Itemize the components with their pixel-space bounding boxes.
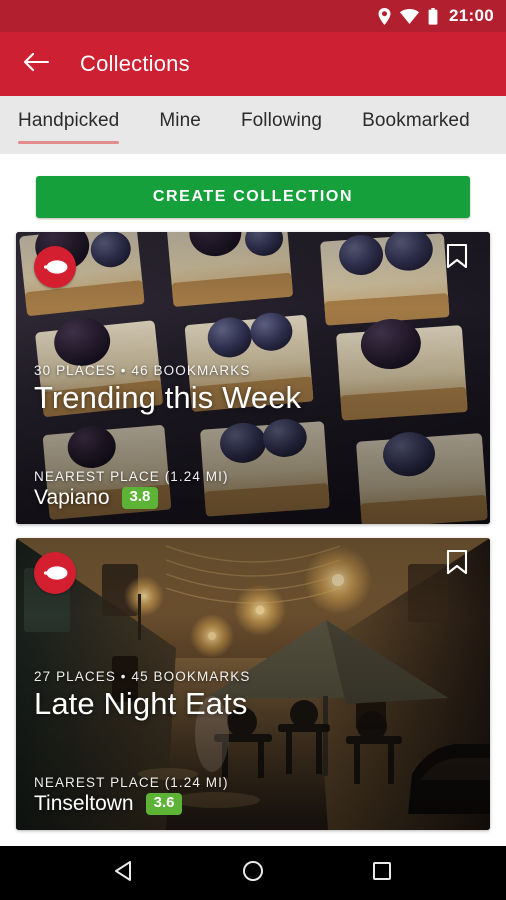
nearest-place-block: NEAREST PLACE (1.24 MI) Vapiano 3.8 [34,469,229,510]
nearest-place-label: NEAREST PLACE (1.24 MI) [34,469,229,484]
collection-card-heading: 27 PLACES • 45 BOOKMARKS Late Night Eats [34,669,250,722]
tab-bar: Handpicked Mine Following Bookmarked [0,96,506,154]
tab-bookmarked[interactable]: Bookmarked [362,110,470,144]
bookmark-outline-icon [446,243,468,275]
arrow-left-icon [23,52,50,77]
nearest-place-label: NEAREST PLACE (1.24 MI) [34,775,229,790]
content-area: CREATE COLLECTION 30 PLACES • 46 BOOKMAR… [0,154,506,846]
create-collection-wrap: CREATE COLLECTION [0,154,506,232]
collection-card[interactable]: 30 PLACES • 46 BOOKMARKS Trending this W… [16,232,490,524]
status-bar: 21:00 [0,0,506,32]
recents-square-icon [372,861,392,886]
tab-active-indicator [18,141,120,144]
app-bar: Collections [0,32,506,96]
collection-list: 30 PLACES • 46 BOOKMARKS Trending this W… [0,232,506,830]
rating-badge: 3.6 [145,793,183,815]
tab-mine-label: Mine [159,110,201,131]
tab-mine[interactable]: Mine [159,110,201,144]
battery-icon [428,7,438,25]
android-nav-bar [0,846,506,900]
collection-card-meta: 30 PLACES • 46 BOOKMARKS [34,363,251,378]
tab-following[interactable]: Following [241,110,322,144]
status-bar-clock: 21:00 [449,6,494,25]
wifi-icon [400,8,420,24]
tab-handpicked[interactable]: Handpicked [18,110,120,144]
location-pin-icon [378,7,391,25]
collection-card-title: Trending this Week [34,380,302,415]
rating-badge: 3.8 [121,487,159,509]
bookmark-button[interactable] [444,243,470,275]
bookmark-outline-icon [446,549,468,581]
nearest-place-name: Tinseltown [34,792,134,815]
collection-card-meta: 27 PLACES • 45 BOOKMARKS [34,669,251,684]
tab-handpicked-label: Handpicked [18,110,120,131]
tab-following-label: Following [240,110,323,131]
nearest-place-row: Vapiano 3.8 [34,486,229,510]
nearest-place-block: NEAREST PLACE (1.24 MI) Tinseltown 3.6 [34,775,229,816]
collection-card[interactable]: 27 PLACES • 45 BOOKMARKS Late Night Eats… [16,538,490,830]
spoon-logo-icon [34,552,76,594]
bookmark-button[interactable] [444,549,470,581]
nearest-place-row: Tinseltown 3.6 [34,792,229,816]
collection-card-heading: 30 PLACES • 46 BOOKMARKS Trending this W… [34,363,301,416]
home-circle-icon [242,860,264,887]
phone-screen: 21:00 Collections Handpicked Mine Follow… [0,0,506,900]
nav-back-button[interactable] [101,850,147,896]
spoon-logo-icon [34,246,76,288]
back-triangle-icon [113,860,135,887]
page-title: Collections [80,51,190,76]
collection-card-title: Late Night Eats [34,686,248,721]
back-button[interactable] [22,50,50,78]
nav-recents-button[interactable] [359,850,405,896]
tab-bookmarked-label: Bookmarked [362,110,470,131]
nav-home-button[interactable] [230,850,276,896]
create-collection-button[interactable]: CREATE COLLECTION [36,176,470,218]
nearest-place-name: Vapiano [34,486,110,509]
